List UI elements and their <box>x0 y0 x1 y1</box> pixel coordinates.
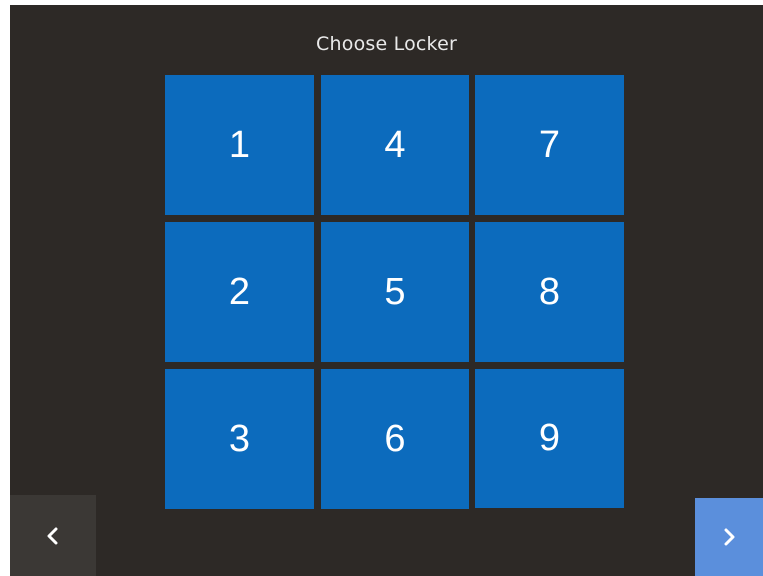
previous-button[interactable] <box>10 495 96 576</box>
chevron-right-icon <box>724 528 735 546</box>
locker-3-button[interactable]: 3 <box>165 369 314 509</box>
locker-6-button[interactable]: 6 <box>321 369 469 509</box>
locker-8-button[interactable]: 8 <box>475 222 624 362</box>
locker-selection-screen: Choose Locker 1 2 3 4 5 6 7 8 9 <box>10 5 763 576</box>
locker-grid: 1 2 3 4 5 6 7 8 9 <box>165 75 624 515</box>
next-button[interactable] <box>695 498 763 576</box>
locker-9-button[interactable]: 9 <box>475 369 624 508</box>
page-title: Choose Locker <box>316 33 457 55</box>
locker-1-button[interactable]: 1 <box>165 75 314 215</box>
locker-2-button[interactable]: 2 <box>165 222 314 362</box>
chevron-left-icon <box>47 527 58 544</box>
locker-4-button[interactable]: 4 <box>321 75 469 215</box>
locker-5-button[interactable]: 5 <box>321 222 469 362</box>
locker-7-button[interactable]: 7 <box>475 75 624 215</box>
